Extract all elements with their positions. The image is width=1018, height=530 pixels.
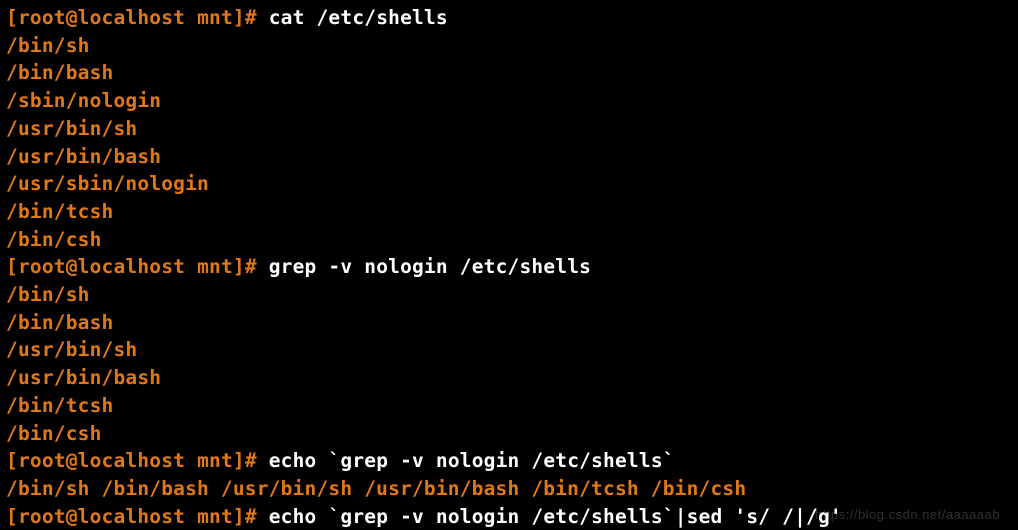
terminal-line: [root@localhost mnt]# cat /etc/shells [6,4,1014,32]
output-text: /usr/bin/sh [6,338,137,361]
prompt-bracket: [ [6,505,18,528]
prompt-bracket: [ [6,449,18,472]
output-text: /usr/bin/bash [6,366,161,389]
prompt-close: ]# [233,449,269,472]
prompt-close: ]# [233,505,269,528]
terminal-line: /bin/bash [6,309,1014,337]
command-text: grep -v nologin /etc/shells [269,255,591,278]
terminal-line: /bin/tcsh [6,198,1014,226]
terminal-line: /usr/bin/bash [6,143,1014,171]
terminal-line: /usr/sbin/nologin [6,170,1014,198]
prompt-bracket: [ [6,6,18,29]
output-text: /usr/bin/bash [6,145,161,168]
prompt-close: ]# [233,255,269,278]
prompt-bracket: [ [6,255,18,278]
command-text: echo `grep -v nologin /etc/shells` [269,449,675,472]
terminal-output[interactable]: [root@localhost mnt]# cat /etc/shells/bi… [0,0,1018,530]
terminal-line: /bin/tcsh [6,392,1014,420]
prompt-user-host: root@localhost [18,255,185,278]
prompt-user-host: root@localhost [18,6,185,29]
prompt-sep [185,255,197,278]
output-text: /sbin/nologin [6,89,161,112]
command-text: cat /etc/shells [269,6,448,29]
terminal-line: /bin/bash [6,59,1014,87]
terminal-line: /usr/bin/sh [6,336,1014,364]
output-text: /bin/bash [6,311,113,334]
terminal-line: /sbin/nologin [6,87,1014,115]
terminal-line: /bin/sh [6,281,1014,309]
output-text: /bin/sh [6,283,90,306]
terminal-line: /bin/csh [6,226,1014,254]
terminal-line: /usr/bin/sh [6,115,1014,143]
prompt-cwd: mnt [197,505,233,528]
terminal-line: [root@localhost mnt]# echo `grep -v nolo… [6,503,1014,530]
prompt-cwd: mnt [197,6,233,29]
terminal-line: [root@localhost mnt]# grep -v nologin /e… [6,253,1014,281]
terminal-line: /bin/csh [6,420,1014,448]
output-text: /bin/tcsh [6,394,113,417]
output-text: /bin/sh [6,34,90,57]
terminal-line: [root@localhost mnt]# echo `grep -v nolo… [6,447,1014,475]
terminal-line: /bin/sh [6,32,1014,60]
output-text: /bin/sh /bin/bash /usr/bin/sh /usr/bin/b… [6,477,746,500]
output-text: /bin/csh [6,422,102,445]
prompt-cwd: mnt [197,449,233,472]
terminal-line: /bin/sh /bin/bash /usr/bin/sh /usr/bin/b… [6,475,1014,503]
prompt-user-host: root@localhost [18,449,185,472]
output-text: /usr/sbin/nologin [6,172,209,195]
terminal-line: /usr/bin/bash [6,364,1014,392]
output-text: /bin/bash [6,61,113,84]
prompt-close: ]# [233,6,269,29]
prompt-sep [185,449,197,472]
prompt-cwd: mnt [197,255,233,278]
output-text: /bin/tcsh [6,200,113,223]
output-text: /usr/bin/sh [6,117,137,140]
output-text: /bin/csh [6,228,102,251]
prompt-user-host: root@localhost [18,505,185,528]
prompt-sep [185,505,197,528]
prompt-sep [185,6,197,29]
command-text: echo `grep -v nologin /etc/shells`|sed '… [269,505,842,528]
